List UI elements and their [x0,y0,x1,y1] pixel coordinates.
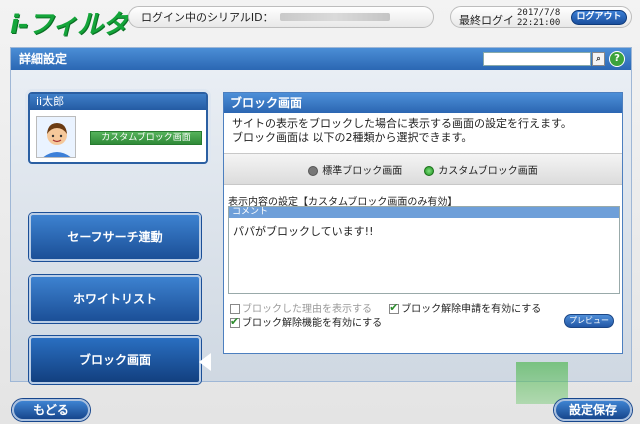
panel-body: ii太郎 カスタムブロック画面 セーフサーチ連動 ホワイトリスト ブロック画面 [11,70,631,404]
radio-custom-label: カスタムブロック画面 [438,165,538,177]
checkbox-show-reason[interactable] [230,304,240,314]
preview-button[interactable]: プレビュー [564,314,614,328]
serial-label: ログイン中のシリアルID： [141,11,274,24]
panel-header: 詳細設定 ⌕ ? [11,48,631,70]
option-show-reason[interactable]: ブロックした理由を表示する [230,304,372,315]
comment-field[interactable]: コメント パパがブロックしています!! [228,206,620,294]
content-title: ブロック画面 [224,93,622,113]
block-options: ブロックした理由を表示する ブロック解除申請を有効にする ブロック解除機能を有効… [230,301,542,331]
option-unblock-request[interactable]: ブロック解除申請を有効にする [389,301,542,315]
radio-standard-icon[interactable] [308,165,319,176]
option-unblock-request-label: ブロック解除申請を有効にする [401,304,542,315]
user-avatar-icon [37,117,75,157]
checkbox-unblock-function[interactable] [230,315,240,329]
nav-safe-search-button[interactable]: セーフサーチ連動 [29,213,201,261]
checkbox-unblock-request[interactable] [389,301,400,315]
nav-block-screen-button[interactable]: ブロック画面 [29,336,201,384]
active-nav-pointer [199,353,211,371]
logout-button[interactable]: ログアウト [571,10,627,25]
comment-header: コメント [229,207,619,218]
last-login-date: 2017/7/8 [517,8,561,18]
block-screen-content: ブロック画面 サイトの表示をブロックした場合に表示する画面の設定を行えます。 ブ… [223,92,623,354]
radio-custom[interactable]: カスタムブロック画面 [424,162,538,177]
back-button[interactable]: もどる [12,399,90,421]
description-line-2: ブロック画面は 以下の2種類から選択できます。 [232,131,473,144]
user-name: ii太郎 [30,94,206,110]
avatar [36,116,76,158]
comment-text[interactable]: パパがブロックしています!! [229,218,619,244]
user-card: ii太郎 カスタムブロック画面 [28,92,208,164]
option-show-reason-label: ブロックした理由を表示する [242,304,372,315]
radio-standard[interactable]: 標準ブロック画面 [308,162,402,177]
option-unblock-function[interactable]: ブロック解除機能を有効にする [230,315,541,331]
help-icon[interactable]: ? [609,51,625,67]
nav-whitelist-button[interactable]: ホワイトリスト [29,275,201,323]
serial-id-masked [279,13,390,21]
search-input[interactable] [483,52,591,66]
content-description: サイトの表示をブロックした場合に表示する画面の設定を行えます。 ブロック画面は … [224,113,622,153]
option-unblock-function-label: ブロック解除機能を有効にする [242,318,383,329]
last-login-box: 最終ログイ 2017/7/8 22:21:00 ログアウト [450,6,632,28]
last-login-time: 22:21:00 [517,18,561,28]
save-settings-button[interactable]: 設定保存 [554,399,632,421]
detail-settings-panel: 詳細設定 ⌕ ? ii太郎 カスタムブロック画面 セーフサーチ連動 ホワイトリス… [10,47,632,404]
description-line-1: サイトの表示をブロックした場合に表示する画面の設定を行えます。 [232,117,572,130]
radio-custom-icon[interactable] [424,165,435,176]
mode-badge: カスタムブロック画面 [90,131,202,145]
serial-id-field: ログイン中のシリアルID： [128,6,434,28]
search-icon[interactable]: ⌕ [592,52,605,66]
radio-standard-label: 標準ブロック画面 [322,165,403,177]
last-login-label: 最終ログイ [459,14,514,27]
panel-title: 詳細設定 [19,52,68,66]
decoration [516,362,568,404]
block-screen-type-selector: 標準ブロック画面 カスタムブロック画面 [224,153,622,185]
last-login-datetime: 2017/7/8 22:21:00 [517,8,560,28]
